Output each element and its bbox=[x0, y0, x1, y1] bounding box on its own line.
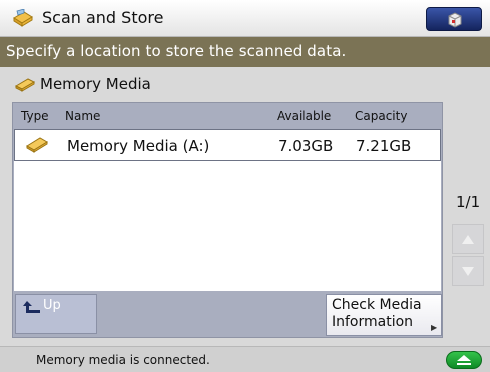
status-bar: Memory media is connected. bbox=[0, 346, 490, 372]
instruction-banner: Specify a location to store the scanned … bbox=[0, 37, 490, 67]
eject-button[interactable] bbox=[446, 351, 482, 369]
column-header-name: Name bbox=[65, 109, 101, 123]
title-bar: Scan and Store bbox=[0, 0, 490, 37]
scroll-up-button[interactable] bbox=[452, 224, 484, 254]
media-list: Type Name Available Capacity Memory Medi… bbox=[12, 102, 443, 338]
column-header-type: Type bbox=[21, 109, 49, 123]
scroll-down-button[interactable] bbox=[452, 256, 484, 286]
status-message: Memory media is connected. bbox=[36, 353, 210, 367]
eject-icon bbox=[457, 355, 471, 365]
up-button[interactable]: Up bbox=[15, 294, 97, 334]
media-name: Memory Media (A:) bbox=[67, 137, 210, 155]
check-media-label: Check Media Information bbox=[332, 297, 422, 330]
location-label: Memory Media bbox=[40, 75, 151, 93]
media-available: 7.03GB bbox=[278, 137, 334, 155]
up-arrow-icon bbox=[23, 301, 40, 313]
column-header-available: Available bbox=[277, 109, 332, 123]
chevron-right-icon: ▶ bbox=[431, 323, 438, 332]
check-media-information-button[interactable]: Check Media Information ▶ bbox=[326, 294, 442, 336]
triangle-up-icon bbox=[462, 235, 474, 244]
media-capacity: 7.21GB bbox=[356, 137, 412, 155]
memory-media-icon bbox=[25, 137, 49, 157]
list-item-memory-media[interactable]: Memory Media (A:) 7.03GB 7.21GB bbox=[14, 129, 441, 161]
column-header-capacity: Capacity bbox=[355, 109, 408, 123]
up-label: Up bbox=[43, 298, 61, 313]
list-body: Memory Media (A:) 7.03GB 7.21GB bbox=[14, 129, 441, 291]
memory-media-icon bbox=[14, 77, 36, 96]
triangle-down-icon bbox=[462, 267, 474, 276]
page-title: Scan and Store bbox=[42, 8, 164, 27]
scan-and-store-icon bbox=[12, 8, 34, 29]
system-monitor-icon bbox=[448, 12, 462, 28]
system-monitor-button[interactable] bbox=[426, 7, 482, 31]
list-footer: Up Check Media Information ▶ bbox=[13, 291, 442, 337]
page-counter: 1/1 bbox=[456, 193, 481, 211]
list-header: Type Name Available Capacity bbox=[13, 103, 442, 129]
